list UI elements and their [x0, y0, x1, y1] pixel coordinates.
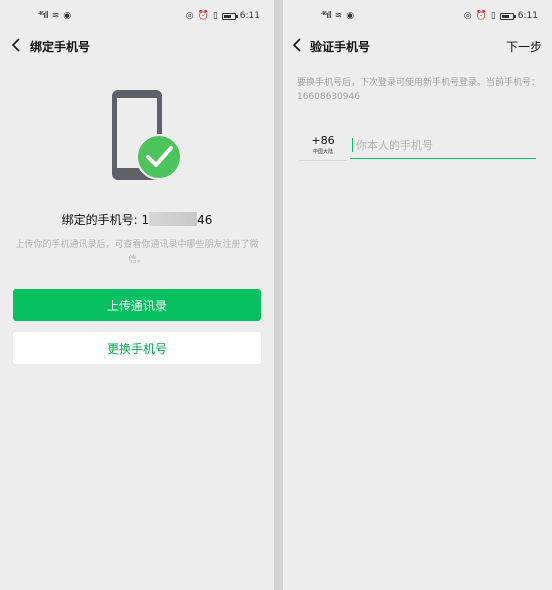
verify-phone-screen: ⁴⁶ıll ≋ ◉ ◎ ⏰ ▯ 6:11 验证手机号 下一步 要换手机号后，下次…	[283, 0, 552, 590]
status-bar: ⁴⁶ıll ≋ ◉ ◎ ⏰ ▯ 6:11	[283, 0, 552, 34]
next-button[interactable]: 下一步	[506, 38, 542, 55]
alarm-icon: ⏰	[197, 10, 209, 21]
number-mask	[149, 212, 198, 226]
vibrate-icon: ▯	[490, 10, 496, 21]
battery-icon	[499, 12, 516, 20]
change-phone-description: 要换手机号后，下次登录可使用新手机号登录。当前手机号：16608630946	[297, 78, 541, 102]
bound-phone-number: 绑定的手机号: 1 46	[61, 212, 213, 227]
battery-icon	[221, 12, 238, 20]
page-title: 验证手机号	[310, 40, 371, 54]
screen-divider	[274, 0, 283, 590]
country-name: 中国大陆	[312, 149, 333, 155]
eye-icon: ◎	[185, 10, 194, 21]
back-arrow-icon[interactable]	[8, 36, 26, 54]
status-time: 6:11	[239, 11, 260, 21]
wifi-icon: ≋	[51, 10, 60, 21]
alarm-icon: ⏰	[475, 10, 487, 21]
back-arrow-icon[interactable]	[289, 36, 307, 54]
upload-hint: 上传你的手机通讯录后，可查看你通讯录中哪些朋友注册了微信。	[15, 240, 259, 265]
signal-icon: ⁴⁶ıll	[38, 11, 49, 21]
upload-contacts-button[interactable]: 上传通讯录	[13, 289, 261, 321]
eye-icon: ◎	[463, 10, 472, 21]
country-code-underline	[299, 160, 347, 161]
signal-icon: ⁴⁶ıll	[321, 11, 332, 21]
phone-check-icon	[112, 90, 182, 180]
status-time: 6:11	[517, 11, 538, 21]
country-code-selector[interactable]: +86 中国大陆	[301, 134, 345, 155]
phone-number-input[interactable]	[350, 133, 536, 159]
status-bar: ⁴⁶ıll ≋ ◉ ◎ ⏰ ▯ 6:11	[0, 0, 274, 34]
notification-icon: ◉	[63, 10, 72, 21]
country-code: +86	[311, 134, 335, 147]
vibrate-icon: ▯	[212, 10, 218, 21]
notification-icon: ◉	[346, 10, 355, 21]
nav-bar: 验证手机号 下一步	[283, 34, 552, 58]
page-title: 绑定手机号	[30, 40, 91, 54]
change-phone-button[interactable]: 更换手机号	[13, 332, 261, 364]
nav-bar: 绑定手机号	[0, 34, 274, 58]
bind-phone-screen: ⁴⁶ıll ≋ ◉ ◎ ⏰ ▯ 6:11 绑定手机号 绑定的手机号: 1 46 上…	[0, 0, 274, 590]
wifi-icon: ≋	[334, 10, 343, 21]
text-caret	[352, 138, 353, 152]
